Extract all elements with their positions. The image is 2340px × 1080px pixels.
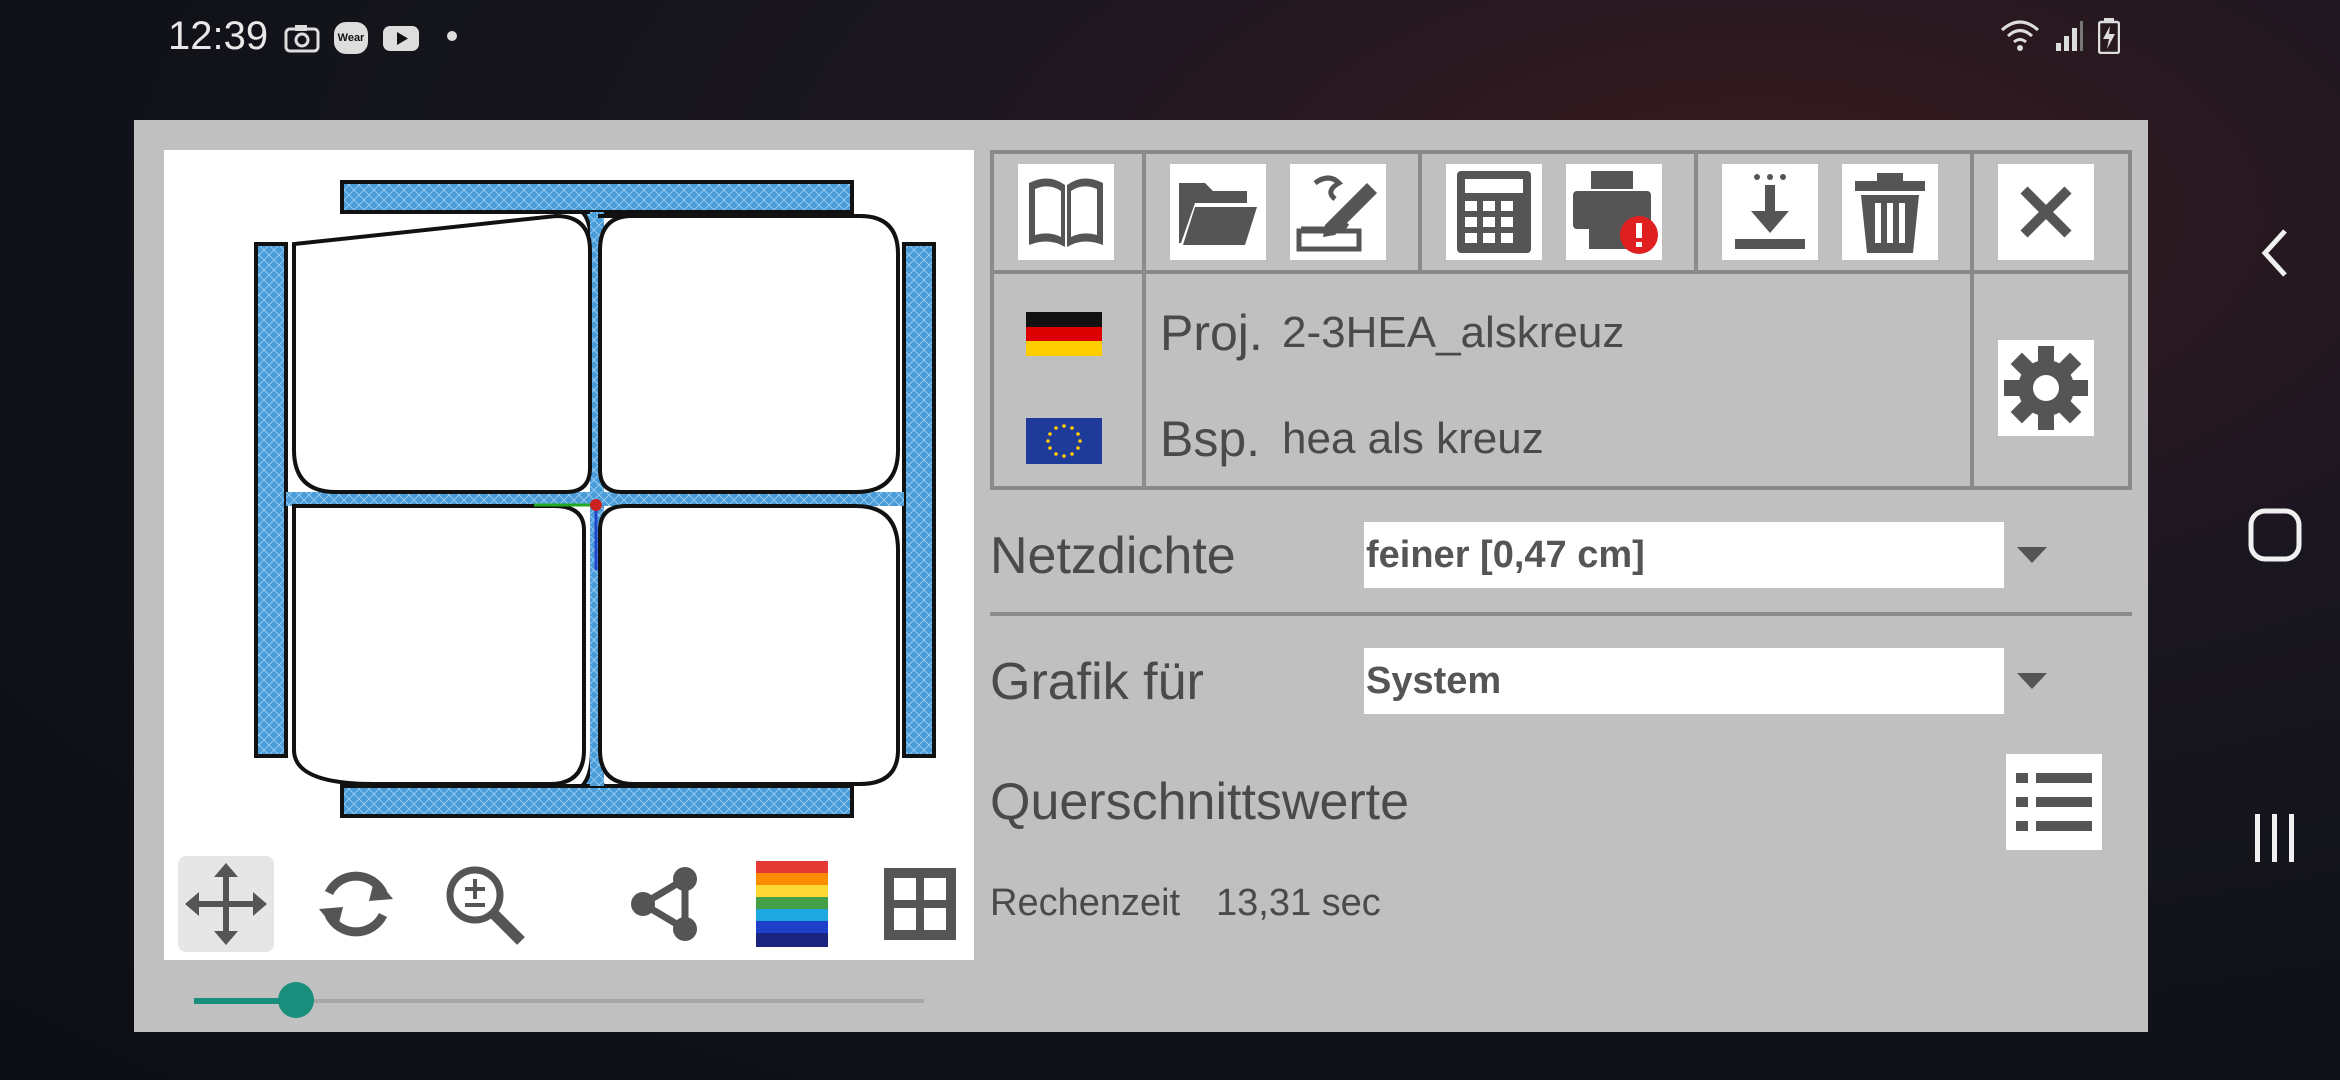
cross-section-drawing <box>254 180 936 818</box>
app-dialog: Proj. 2-3HEA_alskreuz Bsp. hea als kreuz <box>134 120 2148 1032</box>
calculate-button[interactable] <box>1446 164 1542 260</box>
signal-icon <box>2056 21 2083 51</box>
refresh-icon <box>319 871 393 937</box>
book-icon <box>1029 178 1103 247</box>
system-status <box>2000 18 2120 54</box>
slider-thumb[interactable] <box>278 982 314 1018</box>
clock: 12:39 <box>168 14 269 58</box>
share-icon <box>631 867 697 941</box>
open-button[interactable] <box>1170 164 1266 260</box>
eu-flag[interactable] <box>1026 418 1102 464</box>
home-icon <box>2248 508 2302 562</box>
example-label: Bsp. <box>1160 411 1261 467</box>
youtube-icon <box>383 26 419 51</box>
move-button[interactable] <box>178 856 274 952</box>
netzdichte-value[interactable]: feiner [0,47 cm] <box>1364 522 2004 588</box>
settings-button[interactable] <box>1998 340 2094 436</box>
netzdichte-select[interactable]: feiner [0,47 cm] <box>1364 522 2060 588</box>
close-icon <box>2020 186 2072 238</box>
recents-button[interactable] <box>2210 778 2340 898</box>
canvas-toolbar <box>178 856 968 952</box>
example-name[interactable]: hea als kreuz <box>1282 414 1544 464</box>
edit-icon <box>1296 175 1377 252</box>
cross-section-canvas[interactable] <box>164 150 974 960</box>
grid-icon <box>884 868 956 940</box>
zoom-button[interactable] <box>436 856 532 952</box>
back-button[interactable] <box>2210 193 2340 313</box>
print-warning-icon <box>1573 171 1658 254</box>
grafik-select[interactable]: System <box>1364 648 2060 714</box>
querschnitt-label: Querschnittswerte <box>990 773 1410 831</box>
status-bar: 12:39 Wear <box>0 0 2340 80</box>
settings-icon <box>2004 346 2088 430</box>
calculator-icon <box>1457 171 1531 253</box>
netzdichte-label: Netzdichte <box>990 527 1236 585</box>
share-button[interactable] <box>618 856 714 952</box>
manual-button[interactable] <box>1018 164 1114 260</box>
back-icon <box>2261 229 2287 277</box>
import-button[interactable] <box>1722 164 1818 260</box>
download-icon <box>1735 174 1805 249</box>
project-label: Proj. <box>1160 305 1263 361</box>
trash-icon <box>1855 173 1925 253</box>
results-list-button[interactable] <box>2006 754 2102 850</box>
refresh-button[interactable] <box>308 856 404 952</box>
color-scale-icon <box>756 861 828 947</box>
list-icon <box>2016 773 2092 831</box>
folder-icon <box>1179 183 1257 245</box>
grid-button[interactable] <box>872 856 968 952</box>
germany-flag[interactable] <box>1026 312 1102 356</box>
main-toolbar: Proj. 2-3HEA_alskreuz Bsp. hea als kreuz <box>990 150 2132 490</box>
home-button[interactable] <box>2210 475 2340 595</box>
dropdown-arrow-icon[interactable] <box>2004 540 2060 570</box>
project-name[interactable]: 2-3HEA_alskreuz <box>1282 308 1624 358</box>
wifi-icon <box>2001 20 2039 51</box>
delete-button[interactable] <box>1842 164 1938 260</box>
battery-charging-icon <box>2098 18 2120 54</box>
zoom-icon <box>446 866 525 945</box>
print-button[interactable] <box>1566 164 1662 260</box>
edit-button[interactable] <box>1290 164 1386 260</box>
rechenzeit-value: 13,31 sec <box>1216 882 1381 924</box>
divider <box>990 612 2132 616</box>
zoom-slider[interactable] <box>194 980 924 1020</box>
dropdown-arrow-icon[interactable] <box>2004 666 2060 696</box>
grafik-value[interactable]: System <box>1364 648 2004 714</box>
navigation-bar <box>2210 80 2340 1080</box>
dot-icon <box>447 31 457 41</box>
close-button[interactable] <box>1998 164 2094 260</box>
camera-icon <box>284 25 320 53</box>
recents-icon <box>2255 814 2294 862</box>
rechenzeit-label: Rechenzeit <box>990 882 1181 924</box>
wear-icon: Wear <box>334 22 368 54</box>
grafik-label: Grafik für <box>990 653 1204 711</box>
move-icon <box>185 863 267 945</box>
color-scale-button[interactable] <box>744 856 840 952</box>
